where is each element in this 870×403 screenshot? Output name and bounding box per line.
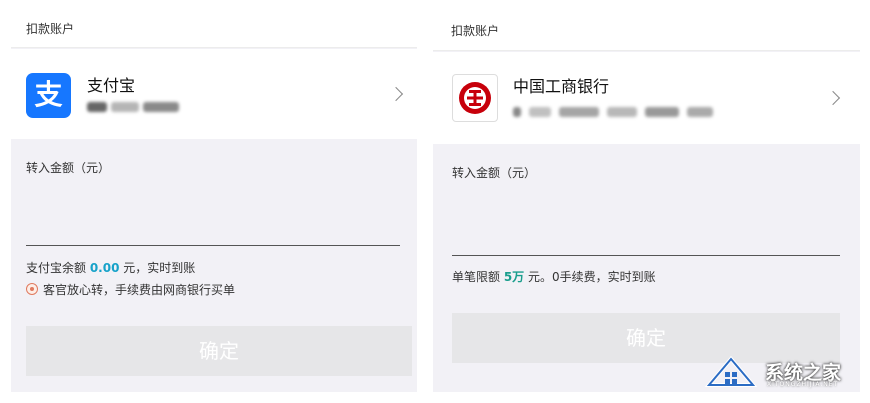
- house-logo-icon: [705, 355, 757, 387]
- watermark-subtext: XITONGZHIJIA.NET: [767, 381, 839, 388]
- amount-label: 转入金额（元）: [452, 166, 537, 180]
- balance-info: 支付宝余额 0.00 元，实时到账: [26, 259, 195, 276]
- account-number-masked: [87, 102, 179, 112]
- site-watermark: 系统之家 XITONGZHIJIA.NET: [705, 352, 865, 392]
- icbc-transfer-panel: 扣款账户 中国工商银行 转入金额（元） 单笔限额 5万 元。0手续费，实时到账: [433, 0, 860, 392]
- section-title: 扣款账户: [26, 22, 75, 36]
- confirm-button[interactable]: 确定: [26, 326, 412, 376]
- section-header: 扣款账户: [11, 0, 417, 48]
- limit-amount: 5万: [503, 270, 525, 284]
- coin-tip-icon: [26, 283, 38, 295]
- debit-account-row-alipay[interactable]: 支 支付宝: [11, 49, 417, 139]
- alipay-logo-char: 支: [34, 78, 63, 111]
- amount-label: 转入金额（元）: [26, 161, 111, 175]
- debit-account-row-icbc[interactable]: 中国工商银行: [433, 52, 860, 144]
- account-name: 支付宝: [87, 76, 136, 95]
- alipay-transfer-panel: 扣款账户 支 支付宝 转入金额（元） 支付宝余额 0.00 元，实时到账 客官放…: [11, 0, 417, 392]
- limit-suffix: 元。0手续费，实时到账: [524, 270, 656, 284]
- icbc-logo-icon: [452, 74, 498, 122]
- fee-tip-text: 客官放心转，手续费由网商银行买单: [43, 283, 236, 297]
- section-header: 扣款账户: [433, 0, 860, 51]
- limit-prefix: 单笔限额: [452, 270, 504, 284]
- limit-info: 单笔限额 5万 元。0手续费，实时到账: [452, 268, 656, 285]
- balance-suffix: 元，实时到账: [119, 261, 196, 275]
- amount-input[interactable]: [452, 255, 840, 256]
- alipay-logo-icon: 支: [26, 73, 71, 118]
- balance-amount: 0.00: [89, 261, 120, 275]
- balance-prefix: 支付宝余额: [26, 261, 90, 275]
- account-number-masked: [513, 107, 713, 117]
- amount-input[interactable]: [26, 245, 400, 246]
- section-title: 扣款账户: [451, 24, 500, 38]
- account-name: 中国工商银行: [513, 77, 610, 96]
- fee-tip: 客官放心转，手续费由网商银行买单: [26, 281, 235, 298]
